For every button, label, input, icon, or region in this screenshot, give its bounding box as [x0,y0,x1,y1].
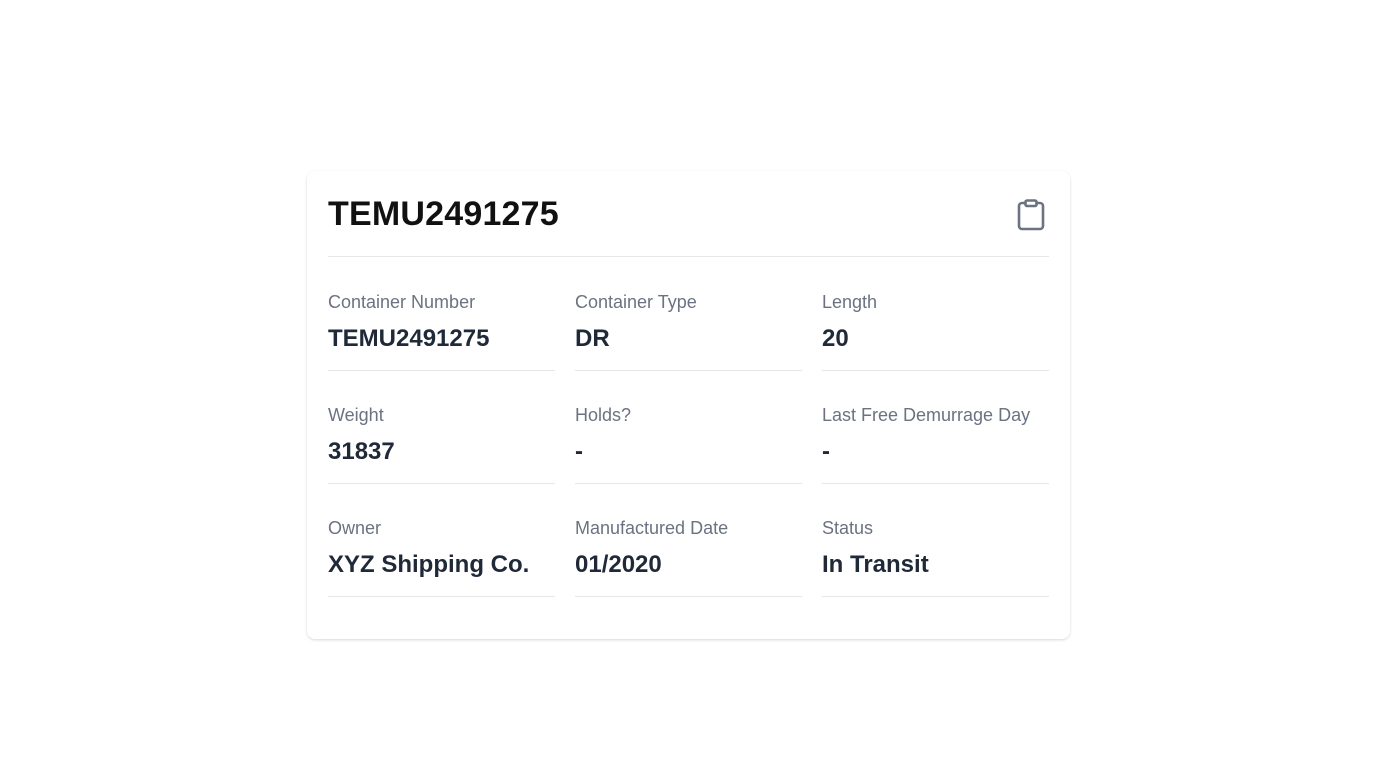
field-container-number: Container Number TEMU2491275 [328,278,555,391]
field-value: 31837 [328,438,395,465]
field-status: Status In Transit [822,504,1049,617]
details-grid: Container Number TEMU2491275 Container T… [328,257,1049,617]
field-label: Container Type [575,292,697,312]
field-label: Last Free Demurrage Day [822,405,1031,425]
field-value: DR [575,325,610,352]
field-label: Manufactured Date [575,518,729,538]
field-label: Holds? [575,405,632,425]
field-length: Length 20 [822,278,1049,391]
container-details-card: TEMU2491275 Container Number TEMU2491275… [307,171,1070,639]
field-value: In Transit [822,551,929,578]
field-value: XYZ Shipping Co. [328,551,530,578]
field-owner: Owner XYZ Shipping Co. [328,504,555,617]
field-manufactured-date: Manufactured Date 01/2020 [575,504,802,617]
card-header: TEMU2491275 [328,171,1049,257]
field-label: Weight [328,405,384,425]
field-label: Status [822,518,874,538]
field-last-free-demurrage-day: Last Free Demurrage Day - [822,391,1049,504]
field-container-type: Container Type DR [575,278,802,391]
field-value: TEMU2491275 [328,325,490,352]
field-label: Container Number [328,292,476,312]
field-label: Owner [328,518,382,538]
field-holds: Holds? - [575,391,802,504]
field-value: - [575,438,583,465]
copy-button[interactable] [1015,198,1047,232]
field-value: 01/2020 [575,551,662,578]
field-label: Length [822,292,878,312]
container-title: TEMU2491275 [328,195,559,233]
field-value: - [822,438,830,465]
field-value: 20 [822,325,849,352]
field-weight: Weight 31837 [328,391,555,504]
clipboard-icon [1017,198,1045,230]
